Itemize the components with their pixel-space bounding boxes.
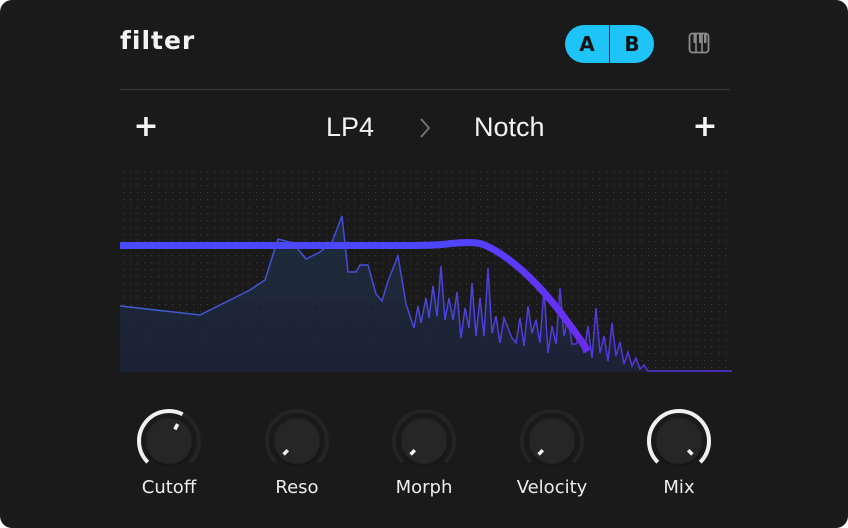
knob-body[interactable] [400, 417, 448, 465]
knob-cutoff[interactable]: Cutoff [133, 405, 205, 500]
a-button[interactable]: A [565, 25, 609, 63]
knob-body[interactable] [528, 417, 576, 465]
knob-morph[interactable]: Morph [388, 405, 460, 500]
knob-velocity[interactable]: Velocity [516, 405, 588, 500]
filter-slot-1[interactable]: LP4 [326, 110, 374, 144]
panel-title: filter [120, 26, 196, 55]
knob-label: Mix [663, 477, 695, 498]
knob-mix[interactable]: Mix [643, 405, 715, 500]
ab-toggle[interactable]: A B [565, 25, 654, 63]
knob-label: Morph [395, 477, 453, 498]
filter-panel: filter A B + LP4 Notch + Cutoff Reso Mor… [0, 0, 848, 528]
knob-indicator [173, 423, 180, 431]
filter-slot-2[interactable]: Notch [474, 110, 545, 144]
knob-body[interactable] [655, 417, 703, 465]
knob-reso[interactable]: Reso [261, 405, 333, 500]
header-divider [120, 89, 730, 90]
knob-label: Velocity [516, 477, 588, 498]
knob-label: Cutoff [141, 477, 197, 498]
filter-response-display[interactable] [120, 168, 732, 372]
add-filter-left-button[interactable]: + [131, 110, 161, 144]
chevron-right-icon [418, 116, 432, 140]
knob-label: Reso [275, 477, 319, 498]
knob-body[interactable] [273, 417, 321, 465]
knob-body[interactable] [145, 417, 193, 465]
b-button[interactable]: B [610, 25, 654, 63]
add-filter-right-button[interactable]: + [690, 110, 720, 144]
piano-keys-icon[interactable] [688, 32, 710, 54]
